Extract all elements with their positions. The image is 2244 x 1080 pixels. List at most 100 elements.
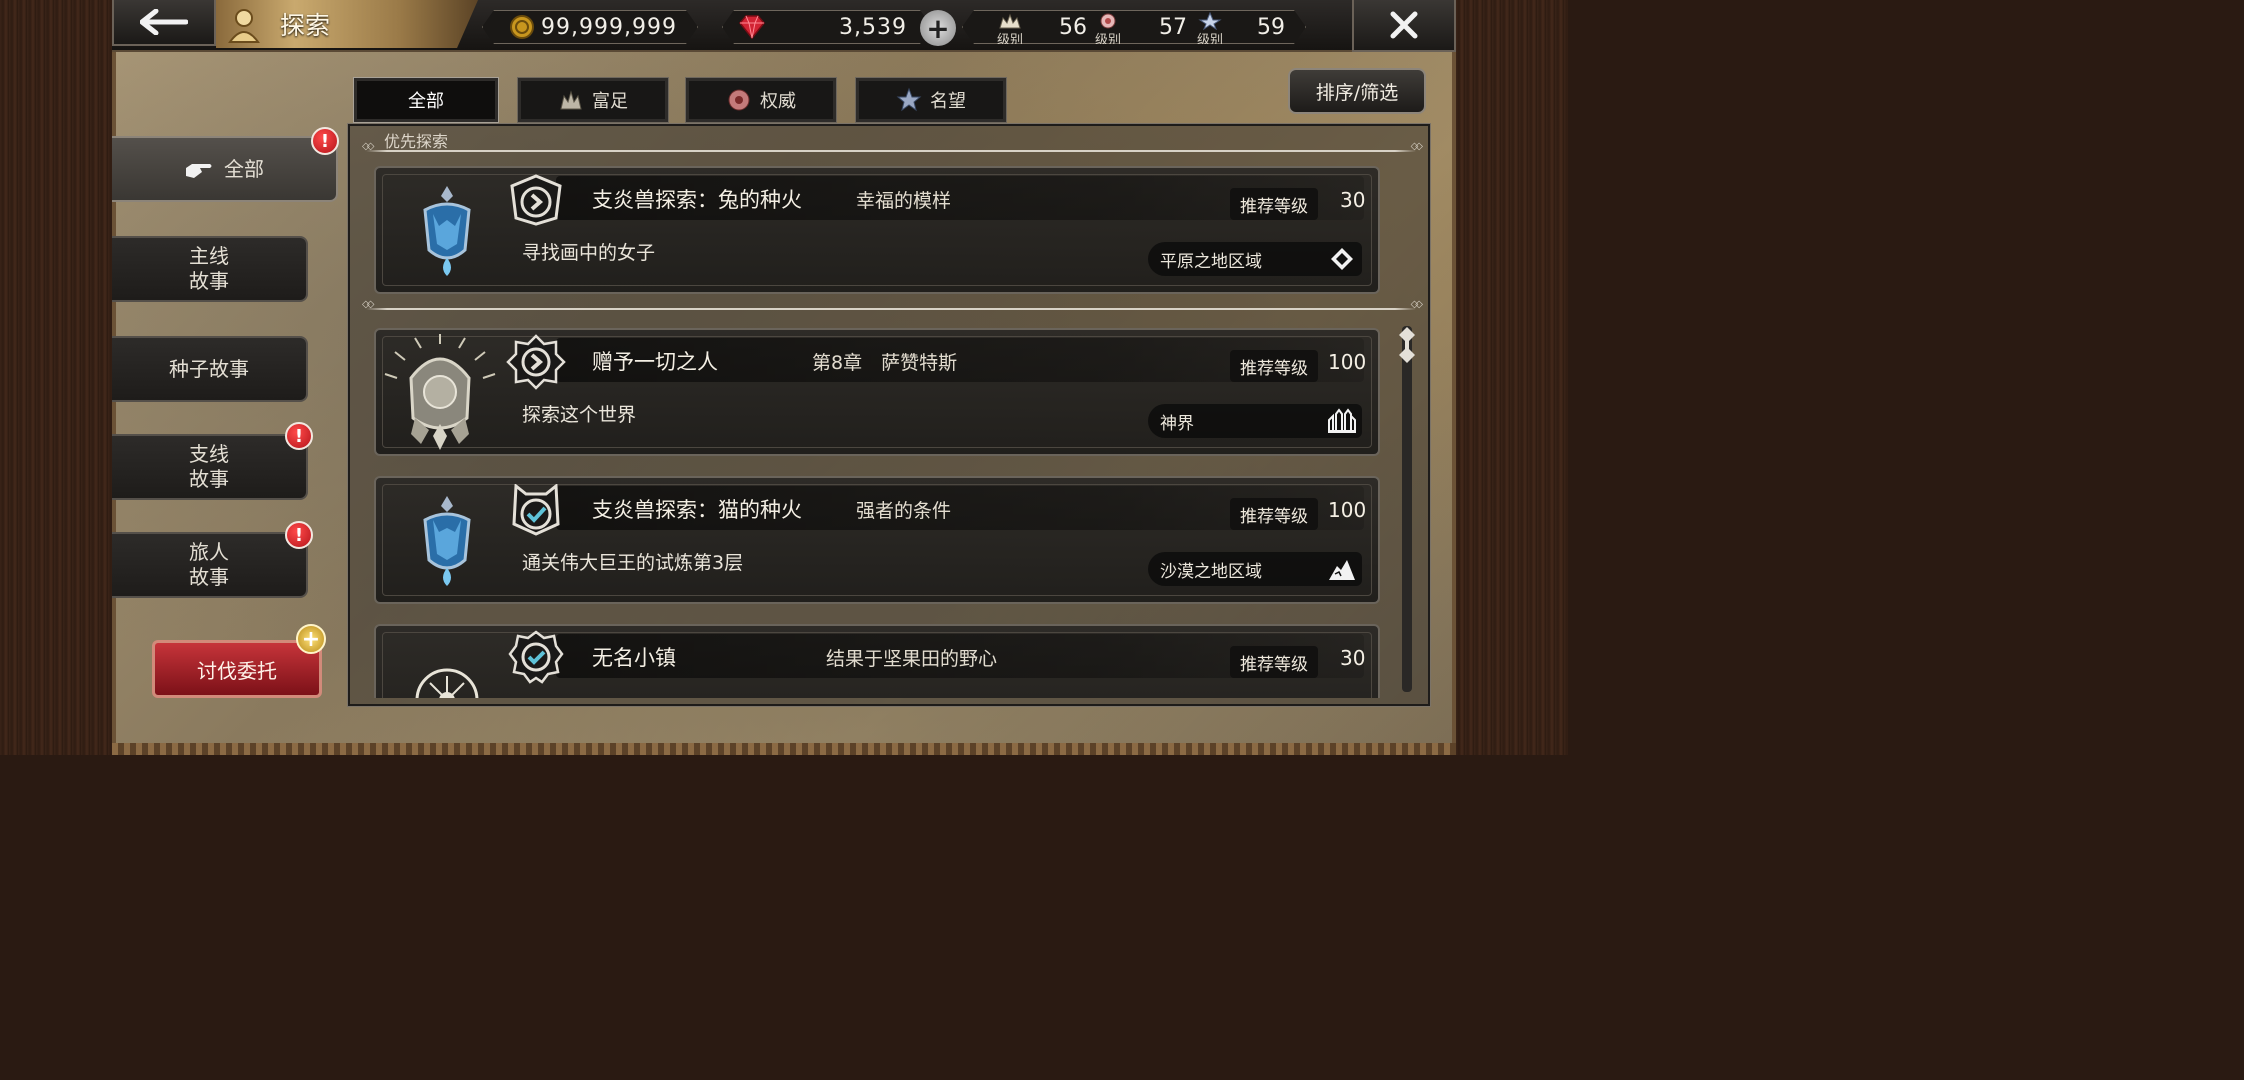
tab-label: 权威 (760, 91, 796, 112)
pointing-hand-icon (186, 164, 212, 178)
back-arrow-icon (140, 9, 188, 35)
recommended-level-label: 推荐等级 (1230, 350, 1318, 382)
title-plate: 探索 (216, 0, 478, 48)
power-level-value: 57 (1159, 14, 1187, 40)
region-label: 沙漠之地区域 (1160, 561, 1262, 582)
sidebar-item-side-story[interactable]: 支线 故事 (112, 434, 308, 500)
quest-card[interactable]: 支炎兽探索：兔的种火 幸福的模样 推荐等级 30 寻找画中的女子 平原之地区域 (374, 166, 1380, 294)
close-button[interactable] (1352, 0, 1456, 52)
recommended-level-label: 推荐等级 (1230, 646, 1318, 678)
sidebar-item-seed-story[interactable]: 种子故事 (112, 336, 308, 402)
levels-counter: 级别 56 级别 57 级别 59 (962, 10, 1306, 44)
quest-name: 支炎兽探索：兔的种火 (592, 188, 802, 212)
plus-icon: + (926, 11, 950, 45)
quest-description: 通关伟大巨王的试炼第3层 (522, 552, 744, 574)
power-icon (1096, 12, 1120, 30)
priority-label: 优先探索 (384, 132, 449, 151)
plains-region-icon (1326, 244, 1358, 274)
sidebar-item-label: 种子故事 (169, 356, 249, 381)
quest-subtitle: 第8章 萨赞特斯 (812, 352, 958, 374)
power-level-block: 级别 (1093, 12, 1123, 47)
recommended-level-value: 30 (1340, 646, 1366, 670)
recommended-level-value: 100 (1328, 498, 1367, 522)
region-label: 神界 (1160, 413, 1194, 434)
power-icon (728, 89, 750, 111)
divider (362, 299, 1420, 310)
region-label: 平原之地区域 (1160, 251, 1262, 272)
wealth-icon (560, 90, 582, 110)
quest-name: 支炎兽探索：猫的种火 (592, 498, 802, 522)
wealth-icon (998, 12, 1022, 30)
recommended-level-value: 30 (1340, 188, 1366, 212)
sidebar-item-label: 全部 (224, 156, 264, 181)
coin-icon (509, 14, 535, 40)
wealth-level-value: 56 (1059, 14, 1087, 40)
in-progress-arrow-icon (504, 172, 568, 228)
divider (362, 141, 1420, 152)
sidebar-item-main-story[interactable]: 主线 故事 (112, 236, 308, 302)
quest-description: 探索这个世界 (522, 404, 637, 426)
explore-emblem-icon (222, 2, 266, 46)
fame-level-block: 级别 (1195, 12, 1225, 47)
recommended-level-label: 推荐等级 (1230, 188, 1318, 220)
back-button[interactable] (112, 0, 216, 46)
tab-all[interactable]: 全部 (353, 77, 499, 123)
quest-description: 寻找画中的女子 (522, 242, 656, 264)
town-emblem-icon (396, 648, 498, 698)
fame-icon (1198, 12, 1222, 30)
tab-power[interactable]: 权威 (685, 77, 837, 123)
alert-badge: ! (285, 422, 313, 450)
left-wood-frame (0, 0, 112, 755)
quest-card[interactable]: 无名小镇 结果于坚果田的野心 推荐等级 30 (374, 624, 1380, 698)
quest-card[interactable]: 支炎兽探索：猫的种火 强者的条件 推荐等级 100 通关伟大巨王的试炼第3层 沙… (374, 476, 1380, 604)
quest-name: 赠予一切之人 (592, 350, 718, 374)
desert-region-icon (1326, 554, 1358, 584)
sort-filter-button[interactable]: 排序/筛选 (1288, 68, 1426, 114)
completed-check-icon (504, 482, 568, 538)
sidebar-item-label: 主线 故事 (189, 244, 229, 293)
alert-badge: ! (311, 127, 339, 155)
gold-value: 99,999,999 (541, 14, 677, 40)
wealth-level-block: 级别 (995, 12, 1025, 47)
new-badge: + (296, 624, 326, 654)
in-progress-arrow-icon (504, 334, 568, 390)
tab-wealth[interactable]: 富足 (517, 77, 669, 123)
region-tag: 平原之地区域 (1148, 242, 1362, 276)
quest-name: 无名小镇 (592, 646, 676, 670)
add-gems-button[interactable]: + (920, 10, 956, 46)
gold-counter: 99,999,999 (482, 10, 698, 44)
tab-fame[interactable]: 名望 (855, 77, 1007, 123)
gem-icon (737, 14, 767, 40)
scrollbar-track[interactable] (1402, 326, 1412, 692)
tab-label: 富足 (592, 91, 628, 112)
gem-value: 3,539 (839, 14, 907, 40)
cat-ember-emblem-icon (396, 488, 498, 592)
tab-label: 名望 (930, 91, 966, 112)
scrollbar-thumb[interactable] (1398, 326, 1416, 366)
sidebar-item-label: 旅人 故事 (189, 540, 229, 589)
divine-realm-region-icon (1326, 406, 1358, 436)
close-icon (1390, 11, 1418, 39)
hunt-request-button[interactable]: 讨伐委托 (152, 640, 322, 698)
quest-card-clip: 无名小镇 结果于坚果田的野心 推荐等级 30 (374, 624, 1380, 698)
region-tag: 沙漠之地区域 (1148, 552, 1362, 586)
divine-crest-emblem-icon (380, 332, 500, 456)
completed-check-icon (504, 630, 568, 686)
fame-icon (896, 87, 922, 112)
rabbit-ember-emblem-icon (396, 178, 498, 282)
fame-level-value: 59 (1257, 14, 1285, 40)
recommended-level-value: 100 (1328, 350, 1367, 374)
alert-badge: ! (285, 521, 313, 549)
sidebar-item-label: 支线 故事 (189, 442, 229, 491)
sidebar-item-traveler-story[interactable]: 旅人 故事 (112, 532, 308, 598)
quest-subtitle: 强者的条件 (856, 500, 952, 522)
quest-subtitle: 结果于坚果田的野心 (826, 648, 998, 670)
right-wood-frame (1456, 0, 1568, 755)
quest-subtitle: 幸福的模样 (856, 190, 952, 212)
tab-label: 全部 (408, 91, 444, 112)
page-title: 探索 (280, 11, 331, 40)
map-bottom-border (112, 743, 1456, 755)
quest-card[interactable]: 赠予一切之人 第8章 萨赞特斯 推荐等级 100 探索这个世界 神界 (374, 328, 1380, 456)
recommended-level-label: 推荐等级 (1230, 498, 1318, 530)
sidebar-item-all[interactable]: 全部 (112, 136, 338, 202)
